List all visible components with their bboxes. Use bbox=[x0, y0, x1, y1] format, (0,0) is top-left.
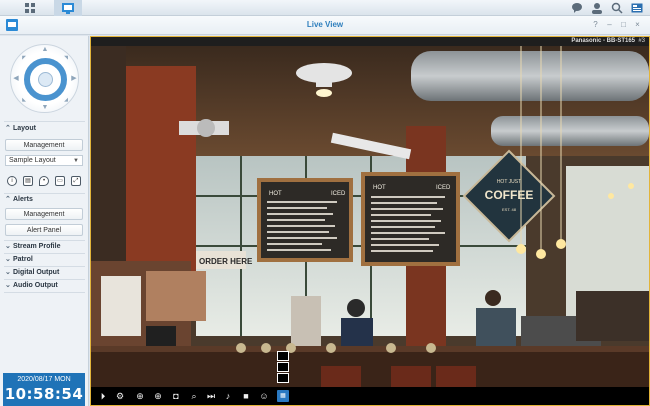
layout-option-icon[interactable] bbox=[277, 362, 289, 372]
patrol-section-header[interactable]: ⌄ Patrol bbox=[5, 255, 85, 263]
window-titlebar: Live View ? – □ × bbox=[0, 16, 650, 35]
board-left-title: HOT bbox=[269, 191, 282, 197]
help-icon[interactable]: ? bbox=[591, 20, 600, 29]
ptz-right-arrow-icon[interactable]: ▶ bbox=[70, 75, 78, 83]
divider bbox=[4, 193, 85, 194]
settings-icon[interactable]: ⚙ bbox=[114, 390, 126, 402]
ptz-up-left-icon[interactable]: ◤ bbox=[20, 54, 28, 62]
layout-management-button[interactable]: Management bbox=[5, 139, 83, 151]
fullscreen-icon[interactable]: ⤢ bbox=[71, 176, 81, 186]
talk-icon[interactable]: ☺ bbox=[258, 390, 270, 402]
ptz-down-left-icon[interactable]: ◣ bbox=[20, 96, 28, 104]
chevron-down-icon: ⌄ bbox=[5, 243, 11, 250]
counter bbox=[91, 346, 649, 387]
ptz-up-right-icon[interactable]: ◥ bbox=[62, 54, 70, 62]
coffee-sign-main: COFFEE bbox=[485, 188, 534, 202]
layout-tools: i ▤ • ▭ ⤢ bbox=[7, 176, 87, 187]
ptz-up-arrow-icon[interactable]: ▲ bbox=[41, 46, 49, 54]
volume-icon[interactable]: ♪ bbox=[222, 390, 234, 402]
divider bbox=[4, 279, 85, 280]
board-right-title2: ICED bbox=[436, 185, 451, 191]
minimize-icon[interactable]: – bbox=[605, 20, 614, 29]
audio-output-section-header[interactable]: ⌄ Audio Output bbox=[5, 281, 85, 289]
apps-grid-icon[interactable] bbox=[16, 0, 44, 16]
stream-profile-section-header[interactable]: ⌄ Stream Profile bbox=[5, 242, 85, 250]
coffee-sign-bottom: EST. 48 bbox=[502, 207, 517, 212]
clock-date: 2020/08/17 MON bbox=[17, 376, 71, 383]
skip-icon[interactable]: ⏭ bbox=[205, 390, 217, 402]
ptz-left-arrow-icon[interactable]: ◀ bbox=[12, 75, 20, 83]
layout-select[interactable]: Sample Layout ▼ bbox=[5, 155, 83, 166]
camera-header: Panasonic - BB-ST165 #3 bbox=[91, 37, 649, 46]
search-icon[interactable] bbox=[611, 2, 623, 14]
duct-small bbox=[491, 116, 649, 146]
alerts-section-header[interactable]: ⌃ Alerts bbox=[5, 195, 85, 203]
snapshot-icon[interactable]: ◘ bbox=[170, 390, 182, 402]
layout-icon[interactable]: ▦ bbox=[277, 390, 289, 402]
layout-option-icon[interactable] bbox=[277, 351, 289, 361]
digital-output-section-header[interactable]: ⌄ Digital Output bbox=[5, 268, 85, 276]
alert-panel-button[interactable]: Alert Panel bbox=[5, 224, 83, 236]
ptz-home-button[interactable] bbox=[38, 72, 53, 87]
layout-picker[interactable] bbox=[277, 351, 291, 385]
chevron-down-icon: ⌄ bbox=[5, 282, 11, 289]
snapshot-icon[interactable]: ▤ bbox=[23, 176, 33, 186]
divider bbox=[4, 266, 85, 267]
clock-time: 10:58:54 bbox=[4, 385, 84, 403]
taskbar bbox=[0, 0, 650, 16]
close-icon[interactable]: × bbox=[633, 20, 642, 29]
chevron-down-icon: ⌄ bbox=[5, 269, 11, 276]
surveillance-live-view-icon[interactable] bbox=[54, 0, 82, 16]
widgets-icon[interactable] bbox=[631, 2, 643, 14]
ptz-ring[interactable] bbox=[24, 58, 67, 101]
user-icon[interactable] bbox=[591, 2, 603, 14]
maximize-icon[interactable]: □ bbox=[619, 20, 628, 29]
window-title: Live View bbox=[306, 20, 344, 29]
layout-section-header[interactable]: ⌃ Layout bbox=[5, 124, 85, 132]
add-icon[interactable]: ⊕ bbox=[152, 390, 164, 402]
layout-select-value: Sample Layout bbox=[9, 157, 56, 164]
ptz-down-right-icon[interactable]: ◢ bbox=[62, 96, 70, 104]
sidebar: ▲ ▼ ◀ ▶ ◤ ◥ ◣ ◢ ⌃ Layout Management Sampl… bbox=[0, 36, 89, 406]
search-recording-icon[interactable]: ⌕ bbox=[188, 390, 200, 402]
camera-name: Panasonic - BB-ST165 bbox=[571, 38, 635, 44]
divider bbox=[4, 240, 85, 241]
divider bbox=[4, 292, 85, 293]
info-icon[interactable]: i bbox=[7, 176, 17, 186]
camera-toolbar: ⏵ ⚙ ⊕ ⊕ ◘ ⌕ ⏭ ♪ ■ ☺ ▦ bbox=[91, 387, 649, 405]
stream-icon[interactable]: ▭ bbox=[55, 176, 65, 186]
chat-icon[interactable] bbox=[571, 2, 583, 14]
alerts-management-button[interactable]: Management bbox=[5, 208, 83, 220]
ptz-control[interactable]: ▲ ▼ ◀ ▶ ◤ ◥ ◣ ◢ bbox=[10, 44, 79, 113]
divider bbox=[4, 253, 85, 254]
map-pin-icon[interactable]: • bbox=[39, 176, 49, 186]
layout-option-icon[interactable] bbox=[277, 373, 289, 383]
camera-feed: HOT ICED HOT ICED HOT JUST COFFEE EST. 4… bbox=[91, 46, 649, 387]
order-here-sign: ORDER HERE bbox=[199, 257, 253, 266]
camera-viewer[interactable]: Panasonic - BB-ST165 #3 HOT ICED HOT ICE… bbox=[90, 36, 650, 406]
divider bbox=[4, 121, 85, 122]
coffee-sign-top: HOT JUST bbox=[497, 179, 521, 185]
board-right-title: HOT bbox=[373, 185, 386, 191]
zoom-in-icon[interactable]: ⊕ bbox=[134, 390, 146, 402]
board-left-title2: ICED bbox=[331, 191, 346, 197]
chevron-down-icon: ⌄ bbox=[5, 256, 11, 263]
chevron-up-icon: ⌃ bbox=[5, 125, 11, 132]
camera-counter: #3 bbox=[638, 38, 645, 44]
record-icon[interactable]: ■ bbox=[240, 390, 252, 402]
duct bbox=[411, 51, 649, 101]
clock-widget: 2020/08/17 MON 10:58:54 bbox=[3, 373, 85, 406]
chevron-up-icon: ⌃ bbox=[5, 196, 11, 203]
play-icon[interactable]: ⏵ bbox=[97, 390, 109, 402]
chevron-down-icon: ▼ bbox=[73, 158, 79, 164]
ptz-down-arrow-icon[interactable]: ▼ bbox=[41, 104, 49, 112]
